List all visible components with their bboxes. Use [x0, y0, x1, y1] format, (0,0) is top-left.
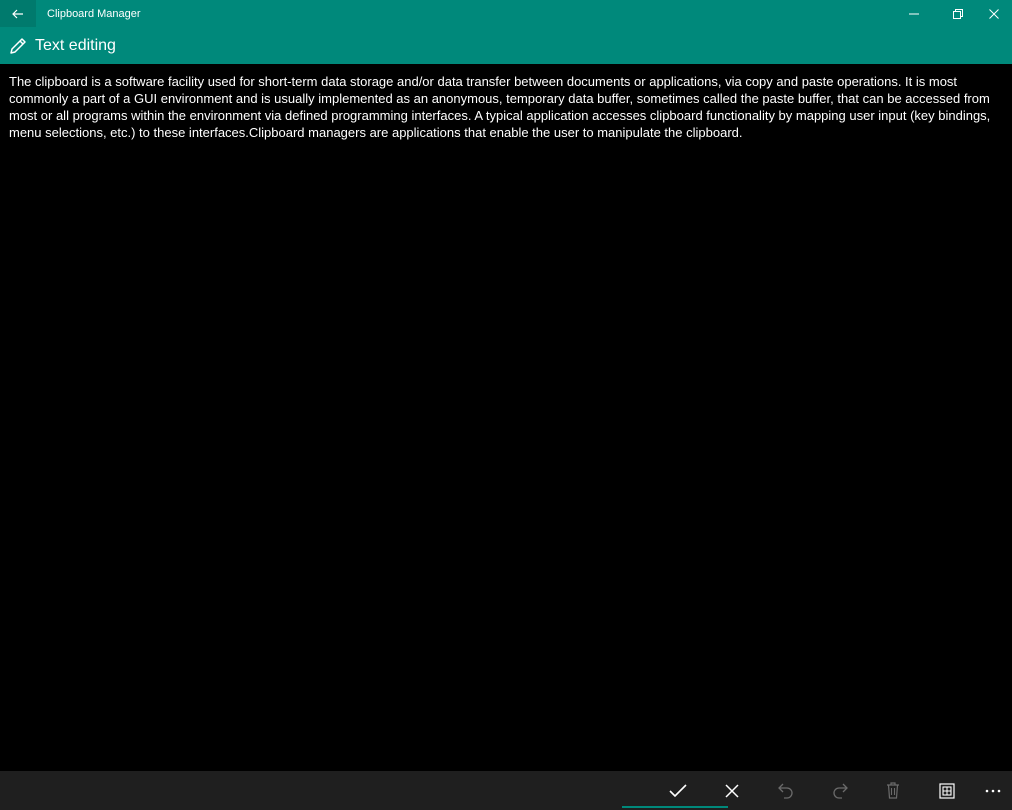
close-window-icon	[989, 8, 999, 19]
app-window: Clipboard Manager Text editing The clipb…	[0, 0, 1012, 810]
minimize-button[interactable]	[896, 0, 932, 27]
trash-icon	[887, 782, 899, 799]
undo-icon	[778, 783, 793, 799]
caption-buttons	[896, 0, 1012, 27]
cancel-button[interactable]	[710, 771, 754, 810]
more-icon	[985, 789, 1001, 792]
select-all-icon	[939, 782, 955, 799]
pencil-icon	[9, 37, 27, 55]
arrow-left-icon	[12, 9, 23, 18]
back-button[interactable]	[0, 0, 36, 27]
close-window-button[interactable]	[976, 0, 1012, 27]
delete-button[interactable]	[871, 771, 915, 810]
command-bar	[0, 771, 1012, 810]
page-title: Text editing	[35, 36, 116, 54]
redo-button[interactable]	[818, 771, 862, 810]
redo-icon	[833, 783, 848, 799]
close-icon	[725, 783, 739, 798]
accept-button[interactable]	[656, 771, 700, 810]
page-header: Text editing	[0, 27, 1012, 64]
restore-icon	[953, 8, 963, 19]
clipboard-text[interactable]: The clipboard is a software facility use…	[9, 73, 1001, 141]
focus-indicator	[622, 806, 728, 808]
editor-area[interactable]: The clipboard is a software facility use…	[0, 64, 1012, 771]
select-all-button[interactable]	[925, 771, 969, 810]
restore-button[interactable]	[940, 0, 976, 27]
undo-button[interactable]	[764, 771, 808, 810]
window-title: Clipboard Manager	[47, 7, 141, 20]
minimize-icon	[909, 13, 919, 14]
title-bar: Clipboard Manager	[0, 0, 1012, 27]
checkmark-icon	[669, 783, 687, 797]
more-options-button[interactable]	[971, 771, 1012, 810]
